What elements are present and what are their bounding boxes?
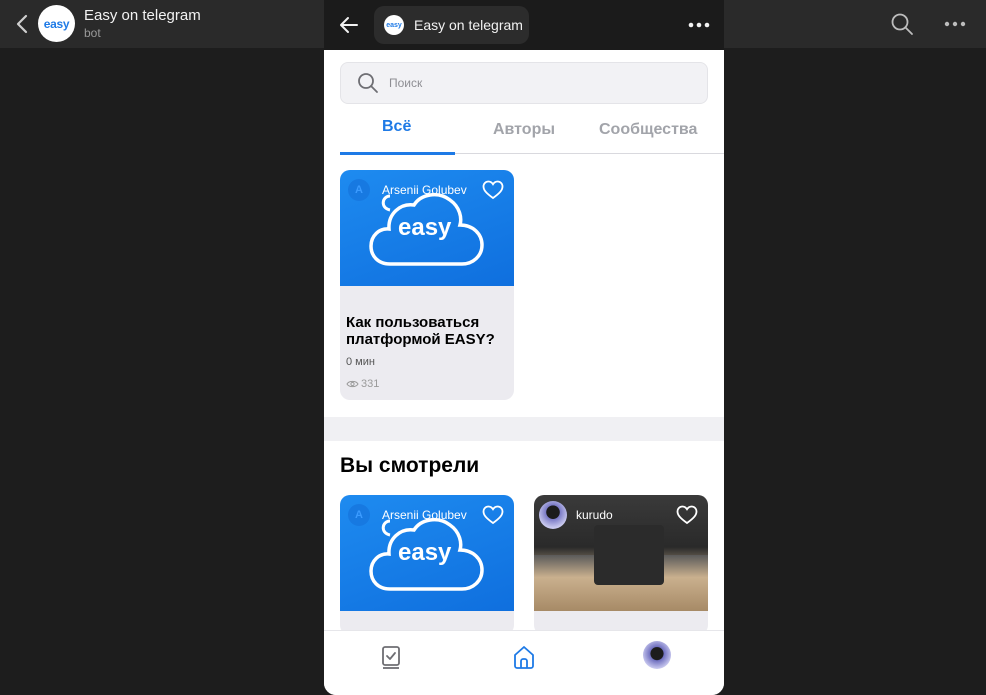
card-body: Как пользоваться платформой EASY? 0 мин … (340, 286, 514, 400)
back-chevron-icon[interactable] (14, 13, 32, 35)
mini-app-logo: easy (384, 15, 404, 35)
watched-card[interactable]: kurudo (534, 495, 708, 630)
mini-app-logo-text: easy (386, 21, 402, 29)
more-options-icon[interactable] (942, 14, 968, 34)
mini-app-header: easy Easy on telegram (324, 0, 724, 50)
bottom-navigation (324, 630, 724, 695)
cover-logo-text: easy (398, 539, 452, 566)
heart-icon[interactable] (676, 505, 698, 525)
main-content: Поиск Всё Авторы Сообщества A Arsenii Go… (324, 50, 724, 630)
mini-app-title-pill[interactable]: easy Easy on telegram (374, 6, 529, 44)
article-card[interactable]: A Arsenii Golubev easy Как пользоваться … (340, 170, 514, 400)
author-avatar (539, 501, 567, 529)
tab-all[interactable]: Всё (382, 118, 411, 136)
car-console (594, 525, 664, 585)
author-avatar: A (348, 504, 370, 526)
bot-avatar[interactable]: easy (38, 5, 75, 42)
search-icon (358, 73, 378, 93)
article-title: Как пользоваться платформой EASY? (346, 314, 495, 348)
watched-heading: Вы смотрели (340, 454, 480, 477)
search-input[interactable]: Поиск (340, 62, 708, 104)
card-cover: A Arsenii Golubev easy (340, 495, 514, 611)
card-cover: A Arsenii Golubev easy (340, 170, 514, 286)
checklist-icon[interactable] (377, 643, 405, 671)
bot-name: Easy on telegram (84, 7, 201, 24)
tab-authors[interactable]: Авторы (493, 121, 555, 139)
views-value: 331 (361, 378, 380, 390)
author-avatar: A (348, 179, 370, 201)
mini-app-window: easy Easy on telegram Поиск Всё Авторы С… (324, 0, 724, 695)
mini-app-title: Easy on telegram (414, 17, 523, 33)
tab-communities[interactable]: Сообщества (599, 121, 697, 139)
views-count: 331 (346, 378, 508, 390)
profile-avatar[interactable] (643, 641, 671, 669)
eye-icon (346, 380, 359, 388)
section-divider (324, 417, 724, 441)
search-icon[interactable] (890, 12, 914, 36)
home-icon[interactable] (510, 643, 538, 671)
active-tab-indicator (340, 152, 455, 155)
bot-avatar-logo: easy (43, 16, 70, 31)
cover-logo-text: easy (398, 214, 452, 241)
back-arrow-icon[interactable] (338, 14, 360, 36)
card-cover-photo: kurudo (534, 495, 708, 611)
read-duration: 0 мин (346, 356, 375, 368)
more-options-icon[interactable] (686, 15, 712, 35)
category-tabs: Всё Авторы Сообщества (340, 114, 724, 155)
author-name: kurudo (576, 508, 613, 522)
watched-card[interactable]: A Arsenii Golubev easy (340, 495, 514, 630)
search-placeholder: Поиск (389, 76, 423, 90)
bot-subtitle: bot (84, 26, 101, 40)
